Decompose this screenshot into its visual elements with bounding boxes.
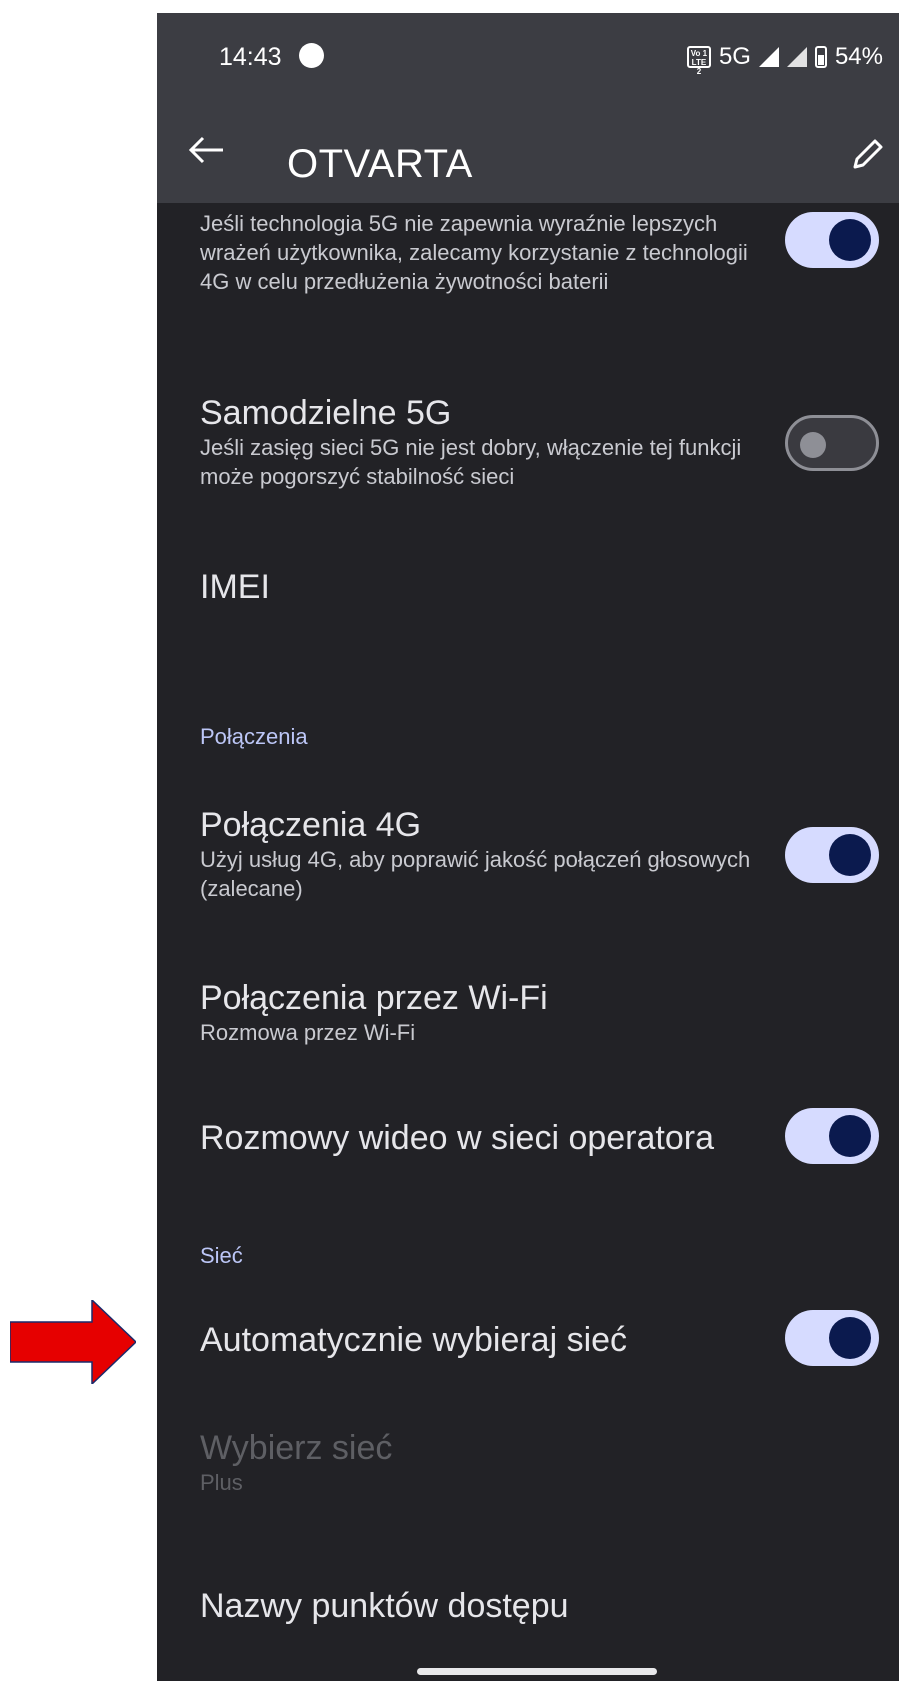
annotation-arrow <box>10 1300 136 1384</box>
setting-title: IMEI <box>200 568 270 606</box>
setting-subtitle: Jeśli technologia 5G nie zapewnia wyraźn… <box>200 211 748 294</box>
setting-title: Automatycznie wybieraj sieć <box>200 1321 628 1359</box>
setting-video-calls[interactable]: Rozmowy wideo w sieci operatora <box>200 1118 800 1158</box>
toggle-video-calls[interactable] <box>785 1108 879 1164</box>
app-bar: OTVARTA <box>157 95 899 203</box>
arrow-left-icon[interactable] <box>187 135 227 165</box>
signal-icon <box>758 47 779 67</box>
status-bar: 14:43 Vo 1 LTE 2 5G 54% <box>157 13 899 95</box>
toggle-5g-battery[interactable] <box>785 212 879 268</box>
home-indicator[interactable] <box>417 1668 657 1675</box>
setting-wifi-calls[interactable]: Połączenia przez Wi-Fi Rozmowa przez Wi-… <box>200 978 760 1047</box>
setting-apn[interactable]: Nazwy punktów dostępu <box>200 1586 760 1626</box>
setting-calls-4g[interactable]: Połączenia 4G Użyj usług 4G, aby poprawi… <box>200 805 760 903</box>
page-title: OTVARTA <box>287 142 473 186</box>
battery-icon <box>814 46 827 68</box>
setting-subtitle: Plus <box>200 1470 243 1495</box>
setting-subtitle: Użyj usług 4G, aby poprawić jakość połąc… <box>200 847 751 901</box>
toggle-calls-4g[interactable] <box>785 827 879 883</box>
section-header-network: Sieć <box>200 1243 243 1268</box>
setting-title: Wybierz sieć <box>200 1429 393 1467</box>
setting-standalone-5g[interactable]: Samodzielne 5G Jeśli zasięg sieci 5G nie… <box>200 393 760 491</box>
notification-dot-icon <box>299 43 324 68</box>
status-icons: Vo 1 LTE 2 5G 54% <box>686 43 883 76</box>
toggle-auto-network[interactable] <box>785 1310 879 1366</box>
setting-choose-network: Wybierz sieć Plus <box>200 1428 760 1497</box>
setting-title: Połączenia 4G <box>200 806 422 844</box>
pencil-icon[interactable] <box>851 137 885 171</box>
setting-5g-battery[interactable]: Jeśli technologia 5G nie zapewnia wyraźn… <box>200 209 760 296</box>
setting-title: Nazwy punktów dostępu <box>200 1587 569 1625</box>
setting-subtitle: Jeśli zasięg sieci 5G nie jest dobry, wł… <box>200 435 742 489</box>
network-type: 5G <box>718 43 751 70</box>
signal-2-icon <box>786 47 807 67</box>
setting-title: Rozmowy wideo w sieci operatora <box>200 1119 714 1157</box>
status-time: 14:43 <box>219 43 282 71</box>
phone-screen: 14:43 Vo 1 LTE 2 5G 54% OTVARTA Jeśli tec… <box>157 13 899 1681</box>
setting-subtitle: Rozmowa przez Wi-Fi <box>200 1020 416 1045</box>
setting-title: Połączenia przez Wi-Fi <box>200 979 548 1017</box>
volte-icon: Vo 1 LTE 2 <box>686 46 711 76</box>
battery-level: 54% <box>834 43 883 70</box>
section-header-calls: Połączenia <box>200 724 308 749</box>
setting-imei[interactable]: IMEI <box>200 567 760 607</box>
setting-auto-network[interactable]: Automatycznie wybieraj sieć <box>200 1320 760 1360</box>
toggle-standalone-5g[interactable] <box>785 415 879 471</box>
setting-title: Samodzielne 5G <box>200 394 452 432</box>
